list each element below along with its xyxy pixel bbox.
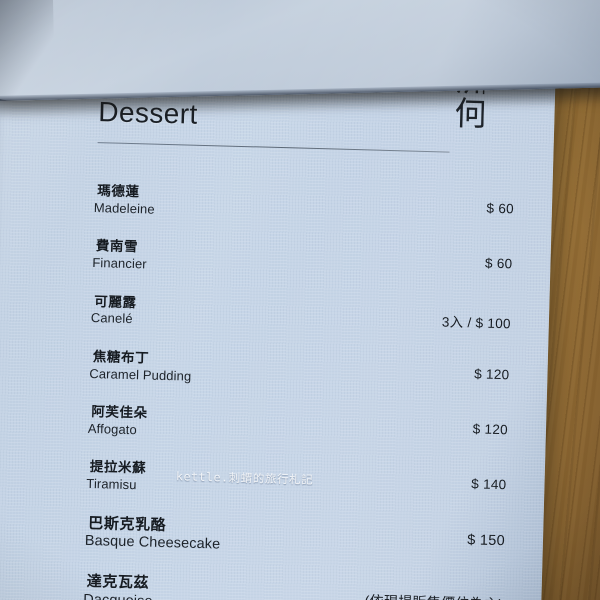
item-price: $ 120 [472, 421, 509, 438]
item-name-zh: 巴斯克乳酪 [88, 514, 167, 534]
menu-content: Dessert 瑪德蓮 Madeleine $ 60 費南雪 Financier… [83, 96, 517, 600]
item-names: 焦糖布丁 Caramel Pudding [89, 349, 192, 384]
item-name-en: Basque Cheesecake [84, 533, 221, 553]
dessert-item-list: 瑪德蓮 Madeleine $ 60 費南雪 Financier $ 60 可麗… [83, 183, 514, 600]
item-price-note: (依現場販售價位為主) [364, 581, 503, 600]
item-name-zh: 達克瓦茲 [86, 573, 150, 592]
item-name-zh: 可麗露 [94, 293, 137, 310]
item-name-zh: 焦糖布丁 [92, 348, 150, 366]
item-price: $ 140 [471, 476, 507, 493]
menu-item-row: 可麗露 Canelé 3入 / $ 100 [91, 293, 512, 337]
item-name-en: Financier [92, 255, 147, 272]
item-name-en: Canelé [90, 310, 133, 327]
item-price: $ 60 [486, 200, 515, 217]
item-name-zh: 費南雪 [95, 238, 139, 255]
item-names: 阿芙佳朵 Affogato [88, 404, 148, 438]
menu-item-row: 提拉米蘇 Tiramisu $ 140 [86, 459, 507, 503]
item-names: 可麗露 Canelé [90, 293, 137, 327]
photo-scene: Dessert 瑪德蓮 Madeleine $ 60 費南雪 Financier… [0, 0, 600, 600]
flap-corner-shadow [0, 0, 56, 103]
item-name-en: Caramel Pudding [89, 365, 192, 384]
item-price: $ 60 [484, 255, 513, 272]
item-names: 巴斯克乳酪 Basque Cheesecake [85, 514, 221, 553]
item-name-zh: 瑪德蓮 [97, 183, 140, 200]
item-price: $ 150 [466, 531, 506, 549]
item-name-en: Madeleine [93, 199, 155, 217]
item-names: 達克瓦茲 Dacquoise [83, 573, 153, 600]
menu-item-row: 瑪德蓮 Madeleine $ 60 [94, 183, 515, 227]
item-name-zh: 阿芙佳朵 [91, 404, 148, 421]
item-price: 3入 / $ 100 [441, 313, 512, 331]
item-names: 提拉米蘇 Tiramisu [86, 459, 146, 493]
upper-folded-page [0, 0, 600, 102]
item-price: $ 120 [473, 366, 510, 383]
menu-item-row: 達克瓦茲 Dacquoise (依現場販售價位為主) [83, 573, 504, 600]
item-name-en: Affogato [87, 420, 138, 438]
menu-item-row: 焦糖布丁 Caramel Pudding $ 120 [89, 349, 510, 393]
menu-item-row: 阿芙佳朵 Affogato $ 120 [88, 404, 509, 448]
item-name-zh: 提拉米蘇 [89, 459, 147, 476]
item-names: 瑪德蓮 Madeleine [94, 183, 156, 217]
menu-item-row: 巴斯克乳酪 Basque Cheesecake $ 150 [85, 514, 506, 561]
item-names: 費南雪 Financier [92, 238, 147, 272]
item-name-en: Tiramisu [86, 476, 137, 493]
title-divider [97, 142, 450, 153]
item-name-en: Dacquoise [83, 592, 153, 600]
menu-item-row: 費南雪 Financier $ 60 [92, 238, 513, 282]
